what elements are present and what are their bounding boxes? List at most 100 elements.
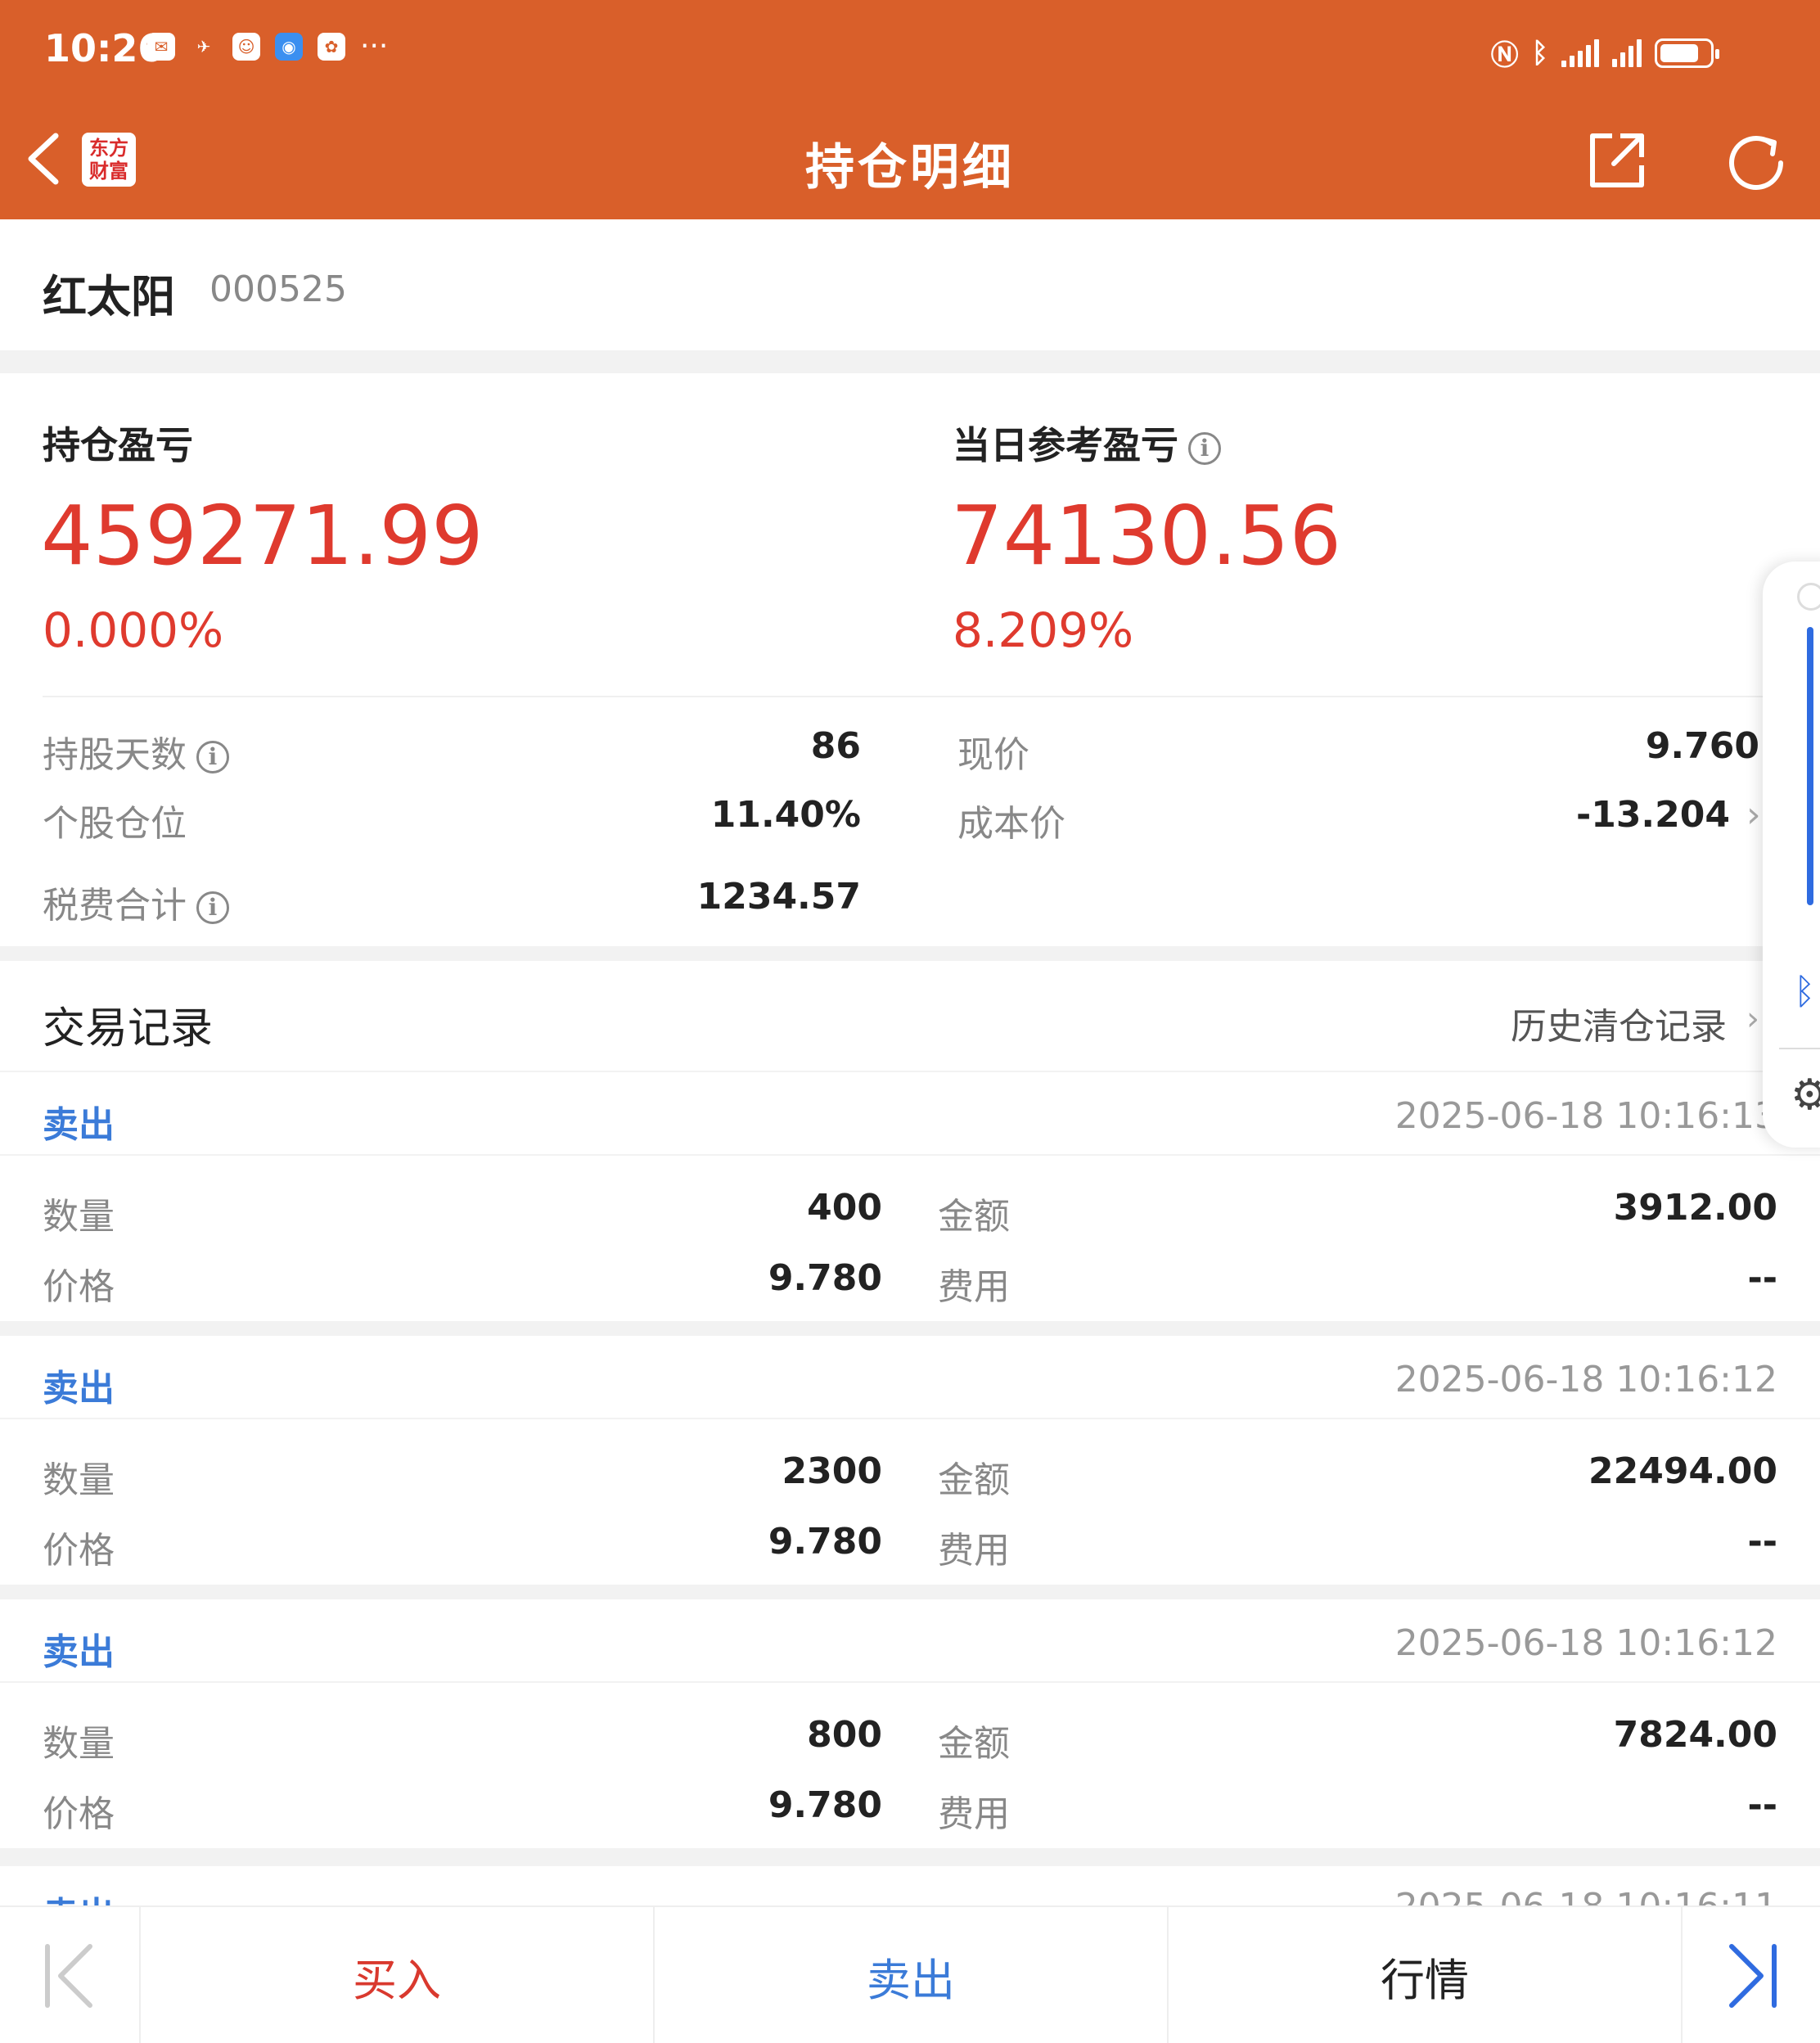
- qty-label: 数量: [43, 1196, 115, 1238]
- amount-value: 22494.00: [1588, 1450, 1777, 1492]
- notification-app-icon: ✿: [318, 33, 345, 61]
- history-clearance-link[interactable]: 历史清仓记录: [1511, 997, 1727, 1049]
- amount-value: 7824.00: [1613, 1714, 1777, 1756]
- price-label: 价格: [43, 1793, 115, 1835]
- stock-code: 000525: [209, 268, 347, 310]
- market-button[interactable]: 行情: [1169, 1907, 1681, 2043]
- last-page-icon[interactable]: [1683, 1907, 1820, 2043]
- info-icon[interactable]: i: [1188, 431, 1221, 465]
- trade-record[interactable]: 卖出 2025-06-18 10:16:12 数量 2300 价格 9.780 …: [0, 1336, 1820, 1585]
- first-page-icon[interactable]: [0, 1907, 139, 2043]
- amount-label: 金额: [938, 1723, 1010, 1765]
- notification-icons: ✉ ✈ ☺ ◉ ✿ ···: [147, 29, 389, 63]
- status-bar: 10:26 ✉ ✈ ☺ ◉ ✿ ··· Ⓝ ᛒ: [0, 0, 1820, 98]
- price-value: 9.760: [1645, 725, 1759, 767]
- divider: [43, 696, 1777, 697]
- holding-pl-value: 459271.99: [41, 488, 484, 584]
- daily-pl-label: 当日参考盈亏: [953, 423, 1178, 467]
- amount-value: 3912.00: [1613, 1187, 1777, 1229]
- bluetooth-status-icon: ᛒ: [1531, 36, 1548, 70]
- fee-label: 费用: [938, 1266, 1010, 1308]
- hold-days-label-group: 持股天数 i: [43, 725, 229, 778]
- position-label: 个股仓位: [43, 803, 187, 845]
- nav-bar: 东方 财富 持仓明细: [0, 98, 1820, 219]
- trade-type: 卖出: [43, 1368, 115, 1409]
- position-value: 11.40%: [710, 794, 861, 836]
- trade-record-header: 卖出 2025-06-18 10:16:12: [0, 1336, 1820, 1419]
- price-label: 价格: [43, 1266, 115, 1308]
- fee-value: --: [1747, 1257, 1777, 1299]
- notification-app-icon: ◉: [275, 33, 303, 61]
- page-title: 持仓明细: [805, 139, 1015, 196]
- info-icon[interactable]: i: [196, 741, 229, 773]
- stock-name: 红太阳: [43, 271, 175, 322]
- bottom-action-bar: 买入 卖出 行情: [0, 1905, 1820, 2043]
- tax-label-group: 税费合计 i: [43, 876, 229, 928]
- app-header: 10:26 ✉ ✈ ☺ ◉ ✿ ··· Ⓝ ᛒ 东方 财富 持仓明细: [0, 0, 1820, 219]
- trade-record[interactable]: 卖出 2025-06-18 10:16:13 数量 400 价格 9.780 金…: [0, 1072, 1820, 1321]
- amount-label: 金额: [938, 1459, 1010, 1501]
- trade-record-header: 卖出 2025-06-18 10:16:13: [0, 1072, 1820, 1156]
- floating-side-panel[interactable]: ᛒ ⚙: [1763, 561, 1820, 1148]
- refresh-icon[interactable]: [1722, 128, 1792, 198]
- trade-type: 卖出: [43, 1104, 115, 1146]
- cost-value[interactable]: -13.204: [1391, 794, 1730, 836]
- hold-days-label: 持股天数: [43, 734, 187, 776]
- fee-label: 费用: [938, 1530, 1010, 1572]
- status-more-icon: ···: [360, 29, 389, 63]
- holding-pl-pct: 0.000%: [43, 602, 224, 658]
- qty-value: 800: [807, 1714, 882, 1756]
- panel-handle[interactable]: [1797, 583, 1820, 611]
- notification-app-icon: ✉: [147, 33, 175, 61]
- signal-icon: [1612, 38, 1642, 67]
- panel-slider[interactable]: [1807, 627, 1813, 905]
- buy-button[interactable]: 买入: [141, 1907, 653, 2043]
- qty-label: 数量: [43, 1723, 115, 1765]
- sell-button[interactable]: 卖出: [655, 1907, 1167, 2043]
- stock-info-row: 红太阳 000525: [0, 219, 1820, 350]
- trade-records-title: 交易记录: [43, 1004, 214, 1053]
- trade-time: 2025-06-18 10:16:12: [1394, 1359, 1777, 1400]
- trade-time: 2025-06-18 10:16:13: [1394, 1095, 1777, 1137]
- tax-label: 税费合计: [43, 885, 187, 927]
- trade-record[interactable]: 卖出 2025-06-18 10:16:12 数量 800 价格 9.780 金…: [0, 1599, 1820, 1848]
- signal-icon: [1561, 38, 1599, 67]
- divider: [1779, 1048, 1820, 1049]
- daily-pl-pct: 8.209%: [953, 602, 1134, 658]
- chevron-right-icon[interactable]: ›: [1746, 1000, 1759, 1038]
- fee-label: 费用: [938, 1793, 1010, 1835]
- daily-pl-label-group: 当日参考盈亏 i: [953, 416, 1221, 470]
- bluetooth-icon[interactable]: ᛒ: [1794, 971, 1815, 1012]
- holding-pl-label: 持仓盈亏: [43, 423, 193, 467]
- cost-label: 成本价: [957, 803, 1065, 845]
- share-icon[interactable]: [1584, 128, 1650, 193]
- qty-label: 数量: [43, 1459, 115, 1501]
- price-label: 现价: [957, 734, 1029, 776]
- price-value: 9.780: [768, 1257, 882, 1299]
- chevron-right-icon[interactable]: ›: [1746, 794, 1761, 836]
- price-label: 价格: [43, 1530, 115, 1572]
- tax-value: 1234.57: [696, 876, 861, 918]
- info-icon[interactable]: i: [196, 891, 229, 924]
- daily-pl-value: 74130.56: [951, 488, 1342, 584]
- trade-type: 卖出: [43, 1631, 115, 1673]
- status-time: 10:26: [44, 26, 164, 70]
- trade-time: 2025-06-18 10:16:12: [1394, 1622, 1777, 1664]
- system-icons: Ⓝ ᛒ: [1490, 33, 1719, 73]
- qty-value: 2300: [782, 1450, 882, 1492]
- notification-app-icon: ☺: [232, 33, 260, 61]
- fee-value: --: [1747, 1784, 1777, 1826]
- notification-app-icon: ✈: [196, 37, 211, 56]
- gear-icon[interactable]: ⚙: [1791, 1071, 1820, 1120]
- hold-days-value: 86: [810, 725, 861, 767]
- battery-icon: [1655, 38, 1719, 68]
- nfc-icon: Ⓝ: [1490, 39, 1519, 72]
- price-value: 9.780: [768, 1521, 882, 1563]
- trade-records-header: 交易记录 历史清仓记录 ›: [0, 961, 1820, 1071]
- qty-value: 400: [807, 1187, 882, 1229]
- fee-value: --: [1747, 1521, 1777, 1563]
- position-summary-card: 持仓盈亏 459271.99 0.000% 当日参考盈亏 i 74130.56 8…: [0, 373, 1820, 946]
- trade-record-header: 卖出 2025-06-18 10:16:12: [0, 1599, 1820, 1683]
- amount-label: 金额: [938, 1196, 1010, 1238]
- price-value: 9.780: [768, 1784, 882, 1826]
